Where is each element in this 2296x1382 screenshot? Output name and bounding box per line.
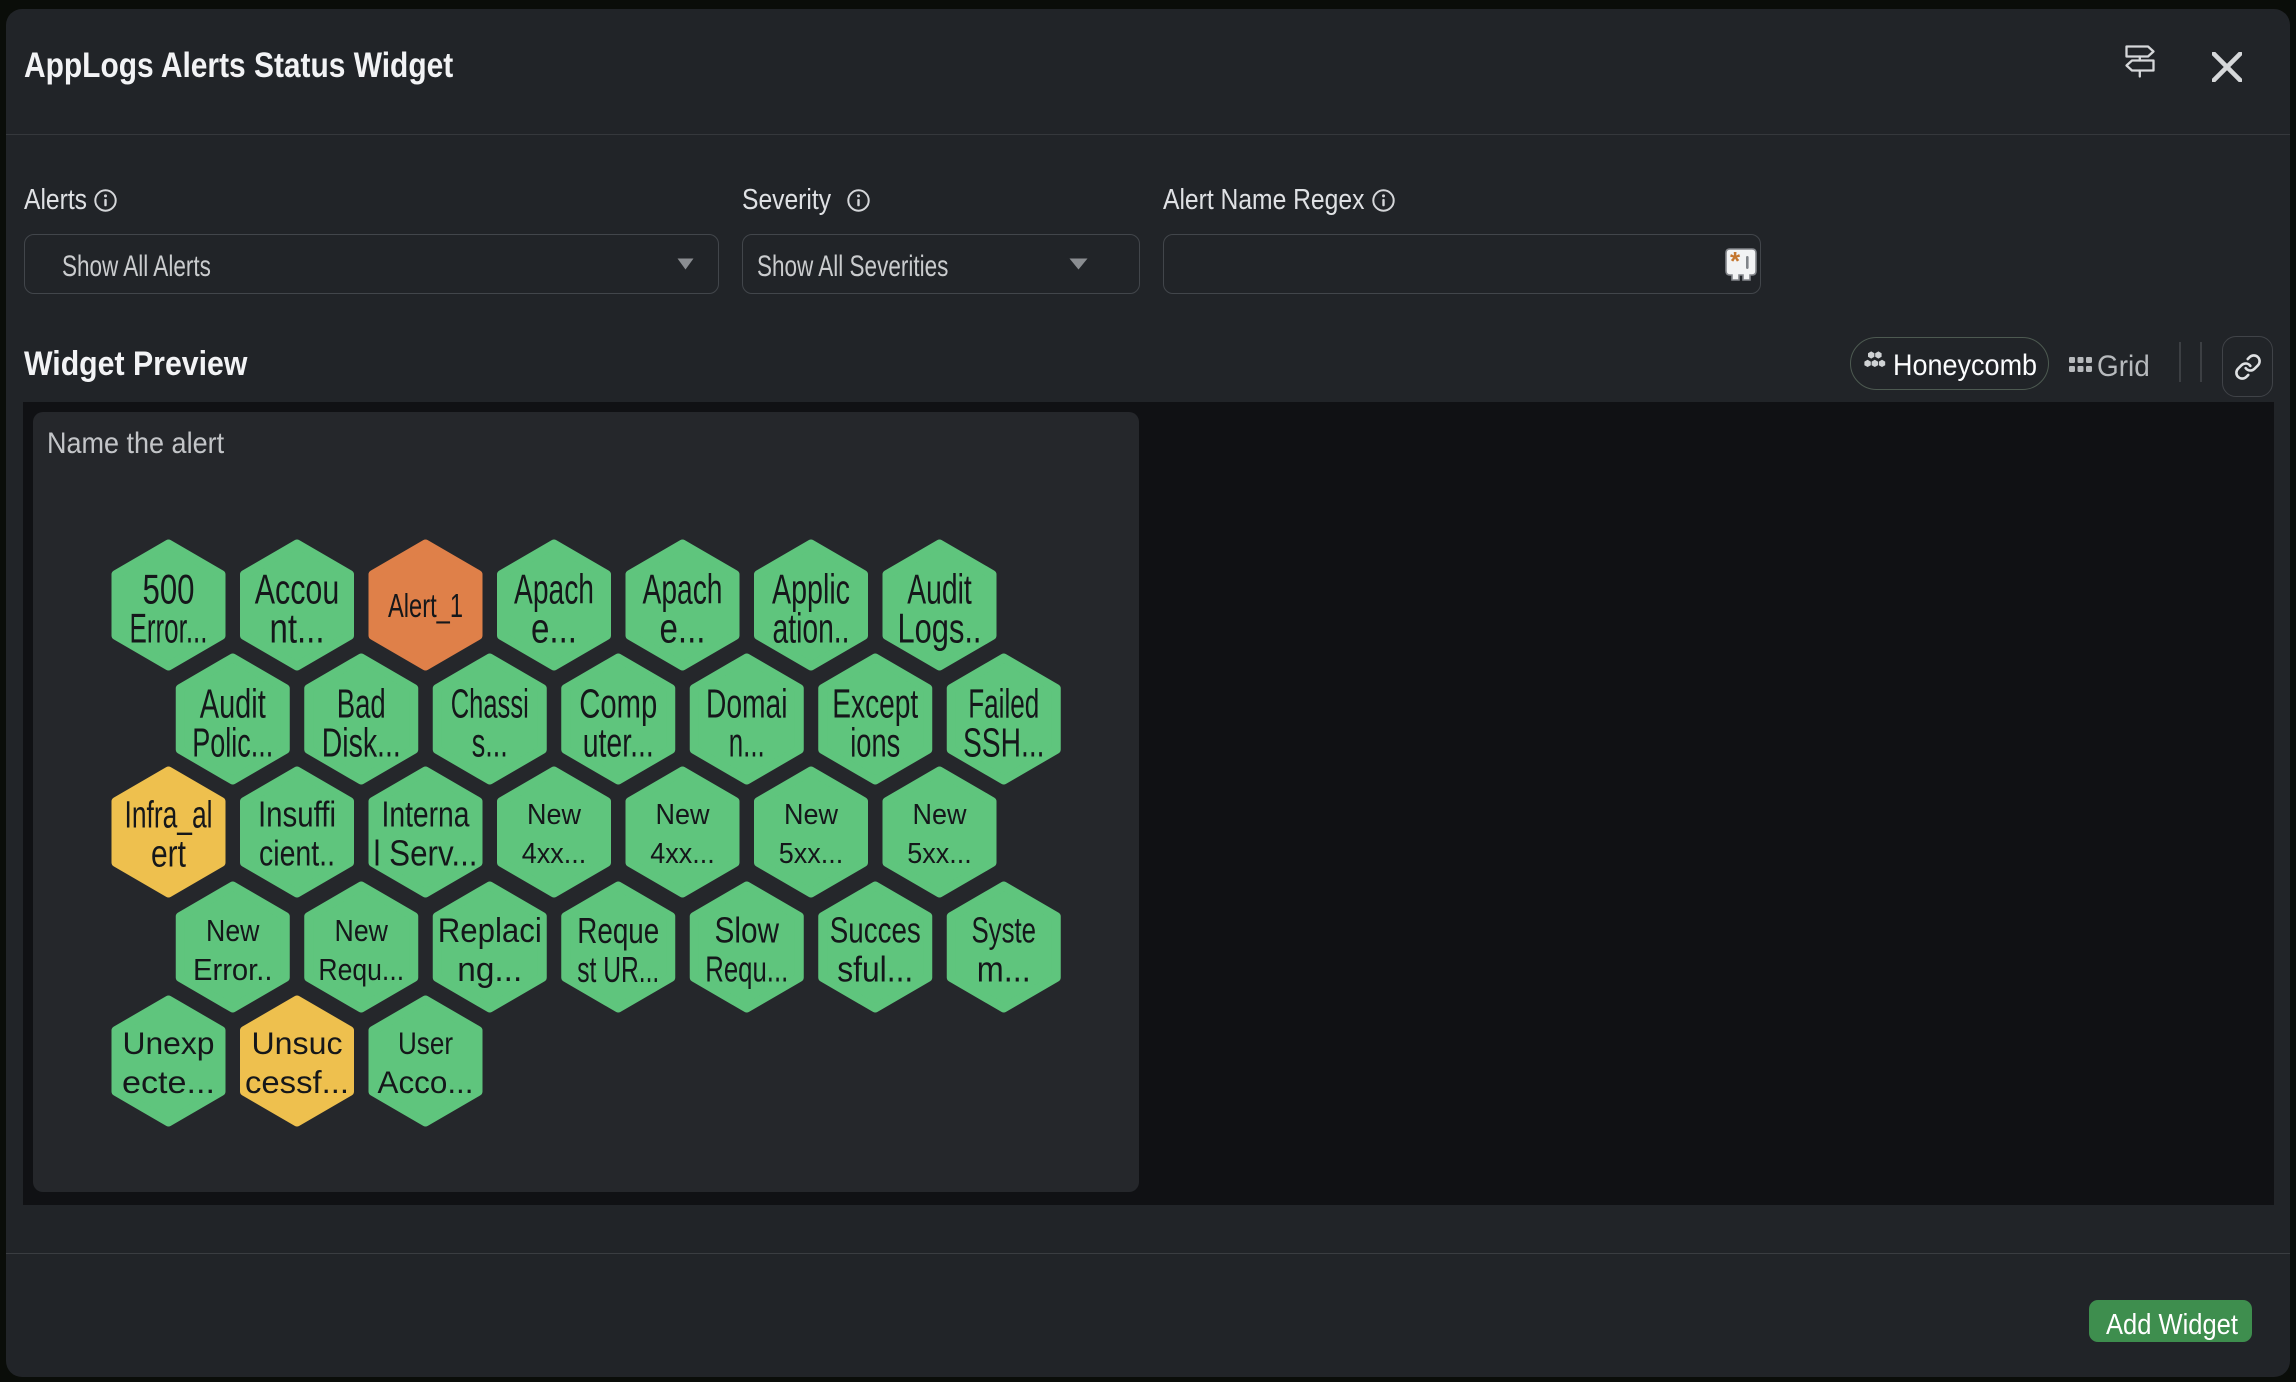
svg-text:5xx...: 5xx... xyxy=(779,838,844,870)
svg-text:Requ...: Requ... xyxy=(318,952,404,987)
svg-text:s...: s... xyxy=(472,719,508,765)
svg-text:4xx...: 4xx... xyxy=(650,838,715,870)
svg-text:Polic...: Polic... xyxy=(192,719,273,765)
svg-text:uter...: uter... xyxy=(583,719,654,765)
svg-text:ert: ert xyxy=(151,833,186,875)
svg-text:Interna: Interna xyxy=(382,794,471,835)
svg-text:m...: m... xyxy=(977,949,1031,990)
svg-text:Succes: Succes xyxy=(830,910,921,951)
svg-text:ation..: ation.. xyxy=(773,605,850,652)
svg-text:Syste: Syste xyxy=(971,910,1036,951)
svg-text:New: New xyxy=(335,913,389,948)
svg-text:n...: n... xyxy=(729,719,765,765)
svg-text:Unexp: Unexp xyxy=(123,1025,215,1061)
svg-text:Error..: Error.. xyxy=(193,952,273,987)
svg-text:Infra_al: Infra_al xyxy=(125,794,213,836)
svg-text:Disk...: Disk... xyxy=(322,719,401,765)
svg-text:New: New xyxy=(206,913,260,948)
svg-text:4xx...: 4xx... xyxy=(522,838,587,870)
svg-text:e...: e... xyxy=(531,605,577,652)
svg-text:*: * xyxy=(1730,248,1741,276)
svg-text:Unsuc: Unsuc xyxy=(252,1025,343,1061)
svg-text:e...: e... xyxy=(660,605,706,652)
svg-text:Logs..: Logs.. xyxy=(898,605,982,652)
svg-text:Replaci: Replaci xyxy=(438,912,542,950)
svg-text:nt...: nt... xyxy=(270,605,325,652)
svg-text:User: User xyxy=(398,1025,453,1061)
svg-text:New: New xyxy=(784,799,839,831)
svg-text:sful...: sful... xyxy=(837,949,913,990)
svg-text:Insuffi: Insuffi xyxy=(258,794,336,835)
svg-text:New: New xyxy=(913,799,968,831)
svg-text:Slow: Slow xyxy=(714,910,779,951)
svg-text:SSH...: SSH... xyxy=(963,719,1045,765)
svg-text:st UR...: st UR... xyxy=(577,949,659,990)
svg-text:l Serv...: l Serv... xyxy=(374,833,478,874)
svg-text:New: New xyxy=(656,799,711,831)
svg-text:New: New xyxy=(527,799,582,831)
svg-text:ecte...: ecte... xyxy=(122,1064,215,1100)
svg-text:Error...: Error... xyxy=(130,605,208,652)
svg-text:ng...: ng... xyxy=(457,951,522,989)
svg-text:Acco...: Acco... xyxy=(378,1064,474,1100)
svg-text:cient..: cient.. xyxy=(259,833,335,874)
svg-text:Requ...: Requ... xyxy=(705,949,788,990)
svg-text:ions: ions xyxy=(850,719,900,765)
svg-text:Reque: Reque xyxy=(577,910,659,951)
svg-text:Alert_1: Alert_1 xyxy=(388,587,463,624)
svg-text:5xx...: 5xx... xyxy=(907,838,972,870)
svg-text:cessf...: cessf... xyxy=(245,1064,349,1100)
